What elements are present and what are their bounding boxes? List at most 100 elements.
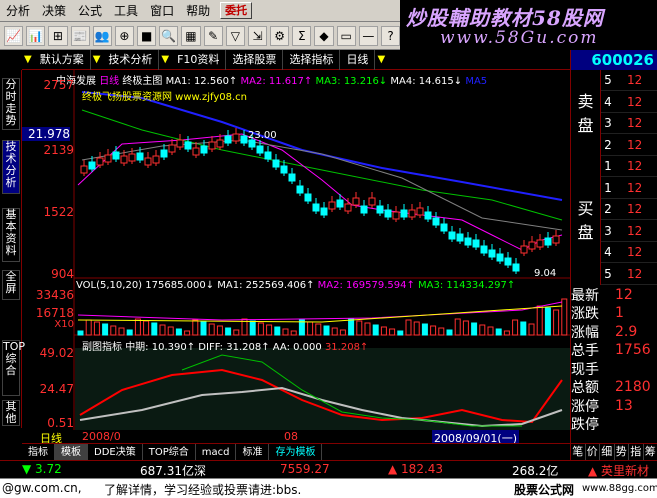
candlestick <box>136 152 144 161</box>
tab-technical[interactable]: 技术分析 <box>2 140 20 194</box>
quote-tab[interactable]: 筹 <box>644 444 657 460</box>
ticker-news[interactable]: ▲ 英里新材 <box>588 462 649 479</box>
export-icon[interactable]: ⇲ <box>247 25 268 46</box>
f10-button[interactable]: F10资料 <box>171 49 227 70</box>
volume-bar <box>380 326 387 336</box>
price-axis-label: 904 <box>51 267 74 281</box>
select-stock-button[interactable]: 选择股票 <box>226 49 284 70</box>
ma5-value: MA5 <box>465 76 488 87</box>
tab-indicator[interactable]: 指标 <box>22 443 55 461</box>
tab-macd[interactable]: macd <box>196 443 237 461</box>
note-icon[interactable]: ✎ <box>203 25 223 46</box>
candlestick <box>368 197 376 206</box>
volume-bar <box>249 320 256 336</box>
candlestick <box>192 147 200 156</box>
candlestick <box>144 157 152 166</box>
chart-icon[interactable]: 📊 <box>26 25 46 46</box>
candlestick <box>216 139 224 148</box>
tab-intraday[interactable]: 分时走势 <box>2 78 20 130</box>
tab-fundamental[interactable]: 基本资料 <box>2 208 20 262</box>
menu-help[interactable]: 帮助 <box>180 0 216 22</box>
candlestick <box>552 235 560 244</box>
buy-level-row: 3 12 <box>601 221 657 242</box>
quote-tab[interactable]: 指 <box>629 444 644 460</box>
candlestick <box>160 149 168 158</box>
level-number: 2 <box>604 137 612 152</box>
menu-decision[interactable]: 决策 <box>36 0 72 22</box>
quote-tab[interactable]: 势 <box>615 444 629 460</box>
calc-icon[interactable]: Σ <box>292 25 312 46</box>
default-scheme-button[interactable]: 默认方案 <box>34 49 91 70</box>
level-number: 5 <box>604 73 612 87</box>
quote-stat-row: 现手 <box>571 360 657 378</box>
candlestick <box>464 237 472 246</box>
candlestick <box>344 203 352 212</box>
quote-icon[interactable]: 📈 <box>4 25 24 46</box>
high-price-mark: 23.00 <box>248 130 277 141</box>
tech-analysis-button[interactable]: 技术分析 <box>102 49 160 70</box>
menu-formula[interactable]: 公式 <box>72 0 108 22</box>
save-template-button[interactable]: 存为模板 <box>269 443 323 461</box>
kline-icon[interactable]: ⊞ <box>48 25 68 46</box>
volume-bar <box>553 309 560 336</box>
stock-icon[interactable]: ■ <box>137 25 157 46</box>
settings-icon[interactable]: ⚙ <box>270 25 290 46</box>
stat-label: 涨停 <box>571 398 599 415</box>
volume-bar <box>93 321 100 336</box>
minimize-icon[interactable]: — <box>358 25 378 46</box>
stat-value: 12 <box>615 286 633 303</box>
group-icon[interactable]: 👥 <box>92 25 112 46</box>
diamond-icon[interactable]: ◆ <box>314 25 334 46</box>
layout-icon[interactable]: ▦ <box>181 25 201 46</box>
compass-icon[interactable]: ⊕ <box>114 25 135 46</box>
tab-template[interactable]: 模板 <box>55 443 88 461</box>
trade-button[interactable]: 委托 <box>220 2 253 19</box>
candlestick <box>176 139 184 148</box>
quote-tab[interactable]: 笔 <box>571 444 586 460</box>
window-icon[interactable]: ▭ <box>336 25 356 46</box>
chart-header-bar: ▼ 默认方案 ▼ 技术分析 ▼ F10资料 选择股票 选择指标 日线 ▼ <box>22 49 570 70</box>
help-icon[interactable]: ? <box>380 25 401 46</box>
app-window: 分析 决策 公式 工具 窗口 帮助 委托 📈 📊 ⊞ 📰 👥 ⊕ ■ 🔍 ▦ ✎ ▽ ⇲ ⚙ Σ ◆ ▭ —? … <box>0 0 657 498</box>
status-message[interactable]: 了解详情，学习经验或投票请进:bbs. <box>104 481 301 498</box>
tab-fullscreen[interactable]: 全屏 <box>2 270 20 300</box>
volume-bar <box>102 323 109 336</box>
ma2-value: MA2: 11.617↑ <box>240 76 313 87</box>
menu-window[interactable]: 窗口 <box>144 0 180 22</box>
volume-bar <box>438 327 445 336</box>
tab-standard[interactable]: 标准 <box>236 443 270 461</box>
quote-tab[interactable]: 细 <box>600 444 615 460</box>
low-price-mark: 9.04 <box>534 268 557 279</box>
filter-icon[interactable]: ▽ <box>225 25 245 46</box>
candlestick <box>120 155 128 164</box>
volume-bar <box>323 325 330 336</box>
candlestick <box>80 165 88 174</box>
volume-bar <box>421 323 428 336</box>
level-price: 12 <box>627 245 643 259</box>
news-icon[interactable]: 📰 <box>70 25 90 46</box>
menu-tools[interactable]: 工具 <box>108 0 144 22</box>
tab-other[interactable]: 其他 <box>2 400 20 426</box>
candlestick <box>288 173 296 182</box>
tab-top[interactable]: TOP综合 <box>143 443 196 461</box>
zoom-icon[interactable]: 🔍 <box>159 25 179 46</box>
toolbar: 📈 📊 ⊞ 📰 👥 ⊕ ■ 🔍 ▦ ✎ ▽ ⇲ ⚙ Σ ◆ ▭ —? <box>0 22 401 50</box>
volume-bar <box>462 320 469 336</box>
quote-tab[interactable]: 价 <box>586 444 600 460</box>
candlestick <box>152 155 160 164</box>
volume-bar <box>479 324 486 336</box>
menu-analysis[interactable]: 分析 <box>0 0 36 22</box>
volume-legend: VOL(5,10,20) 175685.000↓ MA1: 252569.406… <box>76 280 515 291</box>
select-indicator-button[interactable]: 选择指标 <box>283 49 341 70</box>
tab-dde[interactable]: DDE决策 <box>88 443 143 461</box>
tab-top-composite[interactable]: TOP综合 <box>2 340 25 396</box>
dropdown-arrow-icon: ▼ <box>377 54 386 65</box>
sub-last: 31.208↑ <box>324 342 369 353</box>
buy-level-row: 5 12 <box>601 264 657 285</box>
period-button[interactable]: 日线 <box>340 49 376 70</box>
candlestick <box>432 217 440 226</box>
volume-bar <box>528 323 535 336</box>
stat-value: 2.9 <box>615 323 638 340</box>
sell-level-row: 3 12 <box>601 113 657 134</box>
stock-chart[interactable] <box>22 70 570 443</box>
